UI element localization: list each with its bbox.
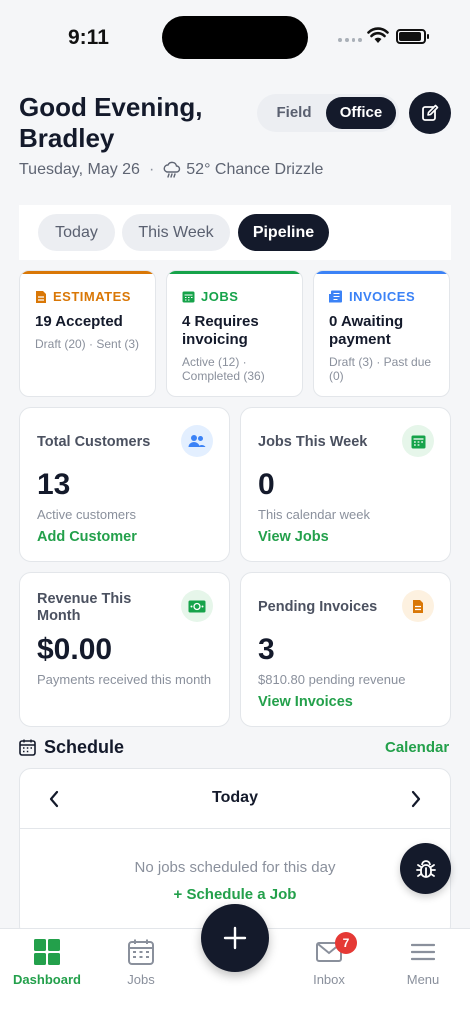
tab-pipeline[interactable]: Pipeline — [238, 214, 329, 251]
plus-icon — [223, 926, 247, 950]
card-value: 4 Requires invoicing — [182, 313, 259, 348]
card-accent-bar — [20, 271, 155, 274]
invoices-card[interactable]: INVOICES 0 Awaiting payment Draft (3) · … — [313, 270, 450, 397]
jobs-this-week-card[interactable]: Jobs This Week 0 This calendar week View… — [240, 407, 451, 562]
status-time: 9:11 — [68, 26, 109, 49]
schedule-header: Schedule — [19, 737, 124, 758]
document-icon — [36, 290, 46, 303]
inbox-icon: 7 — [289, 932, 369, 967]
view-invoices-link[interactable]: View Invoices — [258, 694, 353, 710]
stat-description: This calendar week — [258, 507, 370, 522]
dashboard-icon — [7, 937, 87, 967]
estimates-card[interactable]: ESTIMATES 19 Accepted Draft (20) · Sent … — [19, 270, 156, 397]
pending-invoices-card[interactable]: Pending Invoices 3 $810.80 pending reven… — [240, 572, 451, 727]
total-customers-card[interactable]: Total Customers 13 Active customers Add … — [19, 407, 230, 562]
card-value: 19 Accepted — [35, 313, 123, 330]
battery-icon — [396, 29, 429, 44]
calendar-icon — [182, 291, 195, 303]
card-accent-bar — [314, 271, 449, 274]
bug-icon — [415, 859, 436, 878]
stat-value: $0.00 — [37, 633, 113, 666]
schedule-job-button[interactable]: + Schedule a Job — [20, 886, 450, 903]
stat-description: Active customers — [37, 507, 136, 522]
card-header: JOBS — [182, 289, 238, 304]
current-day-label: Today — [212, 789, 258, 806]
mode-option-field[interactable]: Field — [263, 97, 325, 129]
view-tabs: Today This Week Pipeline — [19, 205, 451, 260]
date-weather-line: Tuesday, May 26 · 52° Chance Drizzle — [19, 161, 323, 179]
nav-inbox[interactable]: 7 Inbox — [289, 932, 369, 987]
empty-schedule-message: No jobs scheduled for this day — [134, 859, 336, 876]
calendar-outline-icon — [19, 739, 36, 756]
nav-jobs[interactable]: Jobs — [101, 937, 181, 987]
stat-label: Jobs This Week — [258, 434, 368, 450]
inbox-badge: 7 — [335, 932, 357, 954]
card-title: ESTIMATES — [53, 289, 131, 304]
jobs-card[interactable]: JOBS 4 Requires invoicing Active (12) · … — [166, 270, 303, 397]
nav-dashboard[interactable]: Dashboard — [7, 937, 87, 987]
cloud-drizzle-icon — [163, 161, 181, 179]
revenue-card[interactable]: Revenue This Month $0.00 Payments receiv… — [19, 572, 230, 727]
nav-label: Inbox — [313, 972, 345, 987]
document-icon — [402, 590, 434, 622]
nav-label: Dashboard — [13, 972, 81, 987]
nav-label: Menu — [406, 972, 440, 987]
card-header: ESTIMATES — [35, 289, 131, 304]
edit-icon — [422, 104, 439, 121]
tab-today[interactable]: Today — [38, 214, 115, 251]
calendar-icon — [101, 937, 181, 967]
view-jobs-link[interactable]: View Jobs — [258, 529, 329, 545]
separator-dot: · — [148, 161, 155, 178]
tab-this-week[interactable]: This Week — [122, 214, 230, 251]
card-value: 0 Awaiting payment — [329, 313, 404, 348]
status-bar: 9:11 — [0, 0, 470, 80]
card-title: INVOICES — [349, 289, 416, 304]
people-icon — [181, 425, 213, 457]
menu-icon — [383, 937, 463, 967]
calendar-icon — [402, 425, 434, 457]
chevron-right-icon[interactable] — [410, 790, 422, 808]
bug-report-button[interactable] — [400, 843, 451, 894]
compose-button[interactable] — [409, 92, 451, 134]
mode-option-office[interactable]: Office — [326, 97, 396, 129]
card-subtext: Active (12) · Completed (36) — [182, 355, 265, 383]
date-text: Tuesday, May 26 — [19, 161, 140, 178]
calendar-link[interactable]: Calendar — [385, 739, 449, 756]
stat-value: 0 — [258, 468, 275, 501]
wifi-icon — [367, 27, 389, 43]
add-button[interactable] — [201, 904, 269, 972]
card-subtext: Draft (3) · Past due (0) — [329, 355, 432, 383]
nav-label: Jobs — [127, 972, 155, 987]
greeting-title: Good Evening, Bradley — [19, 92, 203, 153]
stat-label: Total Customers — [37, 434, 151, 450]
stat-label: Pending Invoices — [258, 599, 378, 615]
schedule-day-nav: Today — [20, 769, 450, 829]
cash-icon — [181, 590, 213, 622]
stat-description: Payments received this month — [37, 672, 212, 687]
stat-value: 13 — [37, 468, 71, 501]
stat-label: Revenue This Month — [37, 591, 132, 624]
card-subtext: Draft (20) · Sent (3) — [35, 337, 140, 351]
weather-text: 52° Chance Drizzle — [186, 161, 324, 178]
stat-description: $810.80 pending revenue — [258, 672, 406, 687]
add-customer-link[interactable]: Add Customer — [37, 529, 137, 545]
mode-toggle[interactable]: Field Office — [257, 94, 399, 132]
stat-value: 3 — [258, 633, 275, 666]
card-header: INVOICES — [329, 289, 415, 304]
card-accent-bar — [167, 271, 302, 274]
card-title: JOBS — [201, 289, 239, 304]
dynamic-island — [162, 16, 308, 59]
nav-menu[interactable]: Menu — [383, 937, 463, 987]
signal-icon — [338, 36, 362, 44]
receipt-icon — [329, 290, 342, 303]
schedule-title: Schedule — [44, 737, 125, 757]
